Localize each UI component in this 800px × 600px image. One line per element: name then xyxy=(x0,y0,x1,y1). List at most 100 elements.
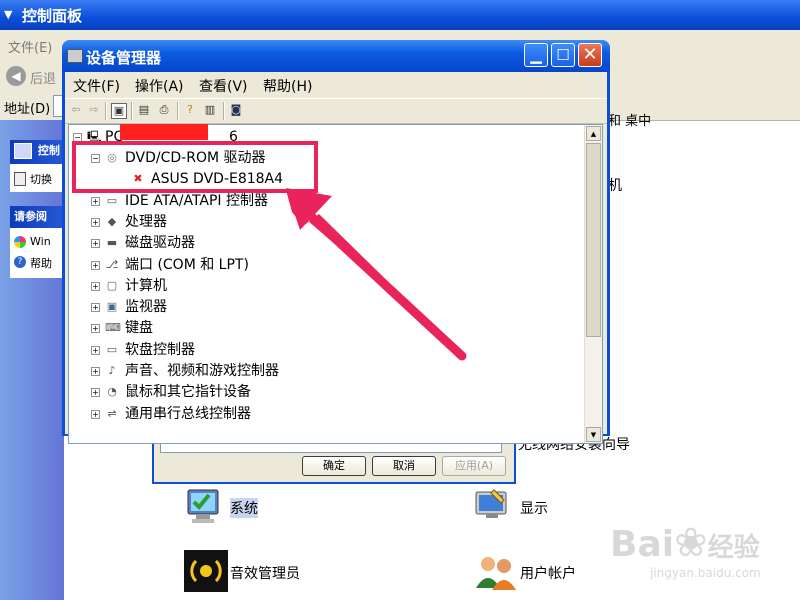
menu-file[interactable]: 文件(E) xyxy=(8,37,52,56)
see-also-title: 请参阅 xyxy=(14,210,47,223)
redaction-bar xyxy=(120,124,208,140)
apply-button[interactable]: 应用(A) xyxy=(442,456,506,476)
expand-icon[interactable]: + xyxy=(91,345,100,355)
maximize-button[interactable]: ☐ xyxy=(551,43,575,67)
switch-view-icon xyxy=(14,172,26,186)
expand-icon[interactable]: + xyxy=(91,388,100,398)
partial-item-machine[interactable]: 机 xyxy=(608,175,622,195)
system-label[interactable]: 系统 xyxy=(230,498,258,518)
toolbar-separator xyxy=(105,102,107,120)
device-manager-toolbar: ⇦ ⇨ ▣ ▤ ⎙ ? ▥ ◙ xyxy=(65,98,607,124)
task-pane-header-see-also[interactable]: 请参阅 xyxy=(10,206,64,228)
up-level-icon[interactable]: ▣ xyxy=(111,103,127,119)
expand-icon[interactable]: + xyxy=(91,367,100,376)
control-panel-titlebar[interactable]: ▼ 控制面板 xyxy=(0,0,800,30)
device-manager-window: 设备管理器 ▁ ☐ ✕ 文件(F) 操作(A) 查看(V) 帮助(H) ⇦ ⇨ … xyxy=(62,40,610,444)
usb-icon: ⇌ xyxy=(107,406,117,420)
port-icon: ⎇ xyxy=(105,257,119,271)
device-manager-icon xyxy=(67,49,83,63)
highlight-box xyxy=(72,141,318,193)
expand-icon[interactable]: + xyxy=(91,303,100,313)
scan-hardware-icon[interactable]: ▥ xyxy=(203,103,217,117)
vertical-scrollbar[interactable]: ▲ ▼ xyxy=(584,125,602,443)
paw-icon: ❀ xyxy=(674,520,708,566)
expand-icon[interactable]: + xyxy=(91,239,100,249)
device-manager-title: 设备管理器 xyxy=(86,49,162,67)
toolbar-separator xyxy=(131,102,133,120)
expand-icon[interactable]: + xyxy=(91,324,100,334)
watermark-url: jingyan.baidu.com xyxy=(650,566,761,580)
windows-update-link[interactable]: Win xyxy=(30,235,51,248)
scroll-up-arrow-icon[interactable]: ▲ xyxy=(586,126,601,141)
address-label: 地址(D) xyxy=(4,102,51,117)
mouse-icon: ◔ xyxy=(107,385,117,399)
tree-item-label: 监视器 xyxy=(125,299,167,316)
menu-action[interactable]: 操作(A) xyxy=(135,76,184,96)
display-icon[interactable] xyxy=(474,486,518,526)
expand-icon[interactable]: + xyxy=(91,260,100,270)
help-link[interactable]: 帮助 xyxy=(30,255,52,271)
tree-item-label: 端口 (COM 和 LPT) xyxy=(125,256,249,273)
expand-icon[interactable]: + xyxy=(91,196,100,206)
expand-icon[interactable]: + xyxy=(91,217,100,227)
tree-item-label: IDE ATA/ATAPI 控制器 xyxy=(125,192,269,209)
back-arrow-icon[interactable]: ◀ xyxy=(6,66,26,86)
task-pane: 控制 切换 请参阅 Win ? 帮助 xyxy=(0,120,64,600)
users-label[interactable]: 用户帐户 xyxy=(520,563,576,583)
help-icon[interactable]: ? xyxy=(183,103,197,117)
toolbar-separator xyxy=(223,102,225,120)
watermark-brand: Bai❀经验 xyxy=(610,520,760,566)
watermark-brand-text: Bai xyxy=(610,524,675,565)
ide-icon: ▭ xyxy=(106,193,118,207)
minimize-button[interactable]: ▁ xyxy=(524,43,548,67)
tree-item-label: 处理器 xyxy=(125,213,167,230)
toolbar-separator xyxy=(177,102,179,120)
watermark-brand2: 经验 xyxy=(707,533,760,563)
sound-manager-icon[interactable] xyxy=(184,550,228,592)
properties-icon[interactable]: ▤ xyxy=(137,103,151,117)
tree-item-label: 键盘 xyxy=(125,320,153,337)
tree-item-label: 声音、视频和游戏控制器 xyxy=(125,363,279,379)
sound-icon: ♪ xyxy=(108,364,116,377)
floppy-icon: ▭ xyxy=(106,342,118,356)
control-panel-task-icon xyxy=(14,143,32,159)
partial-item-top[interactable]: 和 桌中 xyxy=(608,110,651,129)
control-panel-icon: ▼ xyxy=(4,8,13,21)
menu-file[interactable]: 文件(F) xyxy=(73,76,120,96)
expand-icon[interactable]: + xyxy=(91,281,100,291)
back-icon[interactable]: ⇦ xyxy=(69,103,83,117)
task-pane-box-2: Win ? 帮助 xyxy=(10,228,64,278)
tree-item-label: 通用串行总线控制器 xyxy=(125,405,251,422)
control-panel-title: 控制面板 xyxy=(22,7,83,25)
back-button-label[interactable]: 后退 xyxy=(30,68,56,87)
menu-view[interactable]: 查看(V) xyxy=(199,76,248,96)
system-icon[interactable] xyxy=(184,486,228,526)
sound-manager-label[interactable]: 音效管理员 xyxy=(230,563,300,583)
device-manager-menubar: 文件(F) 操作(A) 查看(V) 帮助(H) xyxy=(65,72,607,98)
scroll-thumb[interactable] xyxy=(586,143,601,337)
disk-icon: ▬ xyxy=(106,236,118,250)
close-button[interactable]: ✕ xyxy=(578,43,602,67)
windows-update-icon xyxy=(14,236,26,248)
processor-icon: ◆ xyxy=(107,214,117,228)
expand-icon[interactable]: + xyxy=(91,409,100,419)
forward-icon[interactable]: ⇨ xyxy=(87,103,101,117)
ok-button[interactable]: 确定 xyxy=(302,456,366,476)
scroll-down-arrow-icon[interactable]: ▼ xyxy=(586,427,601,442)
task-pane-title: 控制 xyxy=(37,144,60,157)
print-icon[interactable]: ⎙ xyxy=(157,103,171,117)
task-pane-box-1: 切换 xyxy=(10,164,64,192)
monitor-icon: ▣ xyxy=(106,300,118,314)
tree-item-label: 鼠标和其它指针设备 xyxy=(125,384,251,401)
device-icon[interactable]: ◙ xyxy=(229,103,243,117)
tree-item-label: 磁盘驱动器 xyxy=(125,235,195,252)
task-pane-header-control[interactable]: 控制 xyxy=(10,140,64,164)
menu-help[interactable]: 帮助(H) xyxy=(263,76,312,96)
cancel-button[interactable]: 取消 xyxy=(372,456,436,476)
switch-view-link[interactable]: 切换 xyxy=(30,171,52,187)
display-label[interactable]: 显示 xyxy=(520,498,548,518)
device-manager-titlebar[interactable]: 设备管理器 ▁ ☐ ✕ xyxy=(62,40,610,72)
tree-item-label: 软盘控制器 xyxy=(125,341,195,358)
computer-icon: ▢ xyxy=(106,278,118,292)
users-icon[interactable] xyxy=(474,552,518,592)
